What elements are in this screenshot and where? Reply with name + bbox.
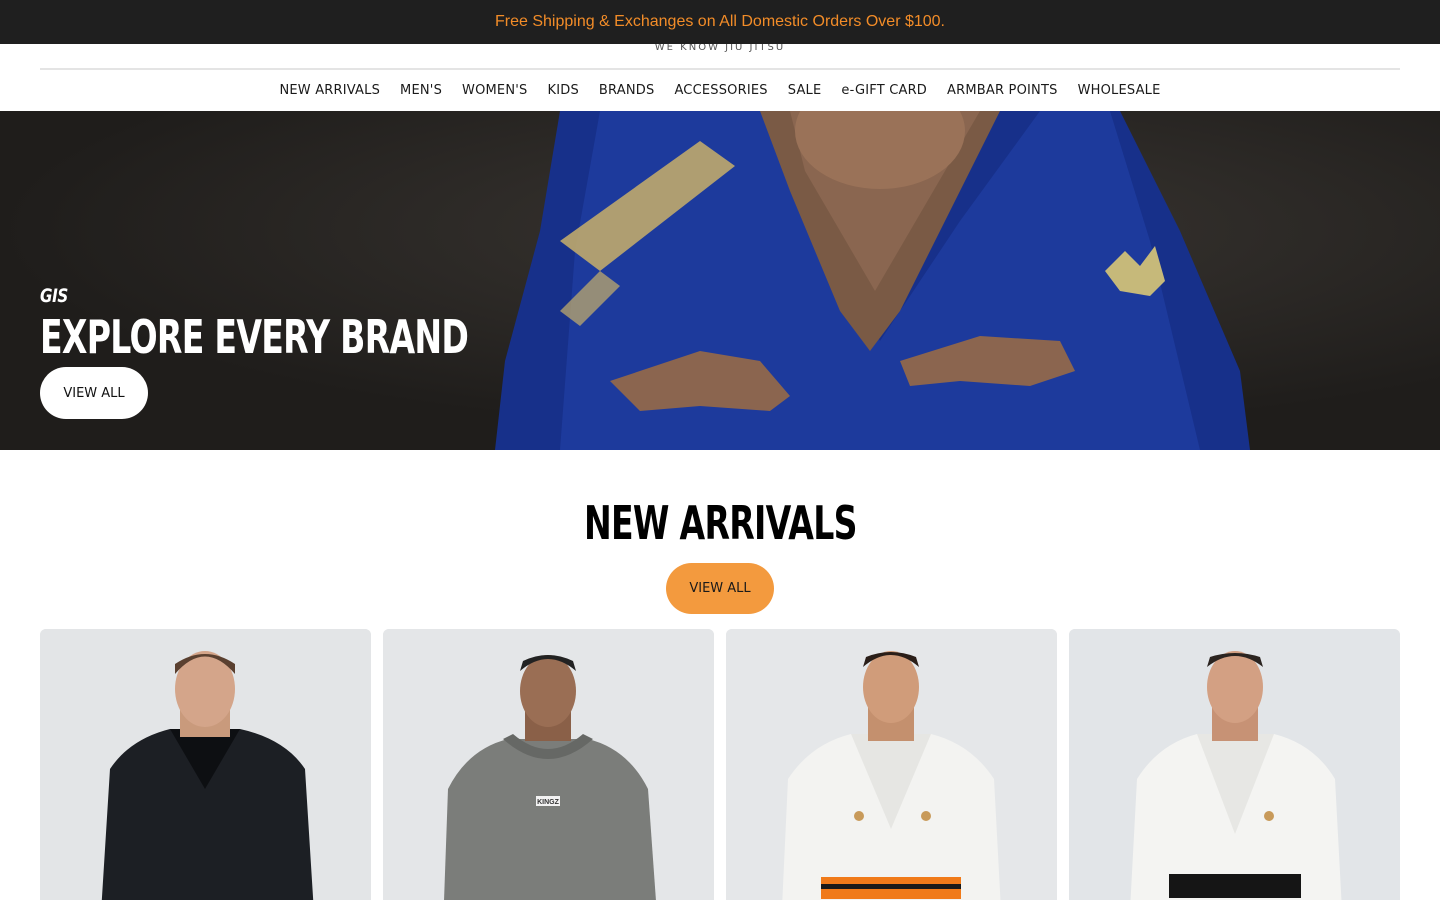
- nav-item-gift-card[interactable]: e-GIFT CARD: [831, 83, 937, 98]
- announcement-bar: Free Shipping & Exchanges on All Domesti…: [0, 0, 1440, 44]
- hero-banner: GIS EXPLORE EVERY BRAND VIEW ALL: [0, 111, 1440, 450]
- new-arrivals-title: NEW ARRIVALS: [0, 496, 1440, 550]
- brand-tagline: WE KNOW JIU JITSU: [654, 44, 786, 53]
- hero-heading: EXPLORE EVERY BRAND: [40, 310, 469, 364]
- product-image-white-gi-black-belt: [1069, 629, 1400, 900]
- announcement-text: Free Shipping & Exchanges on All Domesti…: [495, 13, 945, 30]
- product-image-white-gi-orange-belt: [726, 629, 1057, 900]
- hoodie-print-text: KINGZ: [537, 799, 560, 806]
- product-image-grey-hoodie: KINGZ: [383, 629, 714, 900]
- nav-item-kids[interactable]: KIDS: [538, 83, 589, 98]
- nav-item-mens[interactable]: MEN'S: [390, 83, 452, 98]
- nav-item-wholesale[interactable]: WHOLESALE: [1068, 83, 1171, 98]
- product-card[interactable]: [726, 629, 1057, 900]
- nav-item-new-arrivals[interactable]: NEW ARRIVALS: [269, 83, 390, 98]
- product-card[interactable]: [40, 629, 371, 900]
- product-card[interactable]: [1069, 629, 1400, 900]
- new-arrivals-view-all-button[interactable]: VIEW ALL: [666, 563, 774, 614]
- product-card[interactable]: KINGZ: [383, 629, 714, 900]
- nav-item-sale[interactable]: SALE: [778, 83, 832, 98]
- nav-item-brands[interactable]: BRANDS: [589, 83, 665, 98]
- product-image-black-jacket: [40, 629, 371, 900]
- hero-image: [0, 111, 1440, 450]
- hero-kicker: GIS: [40, 285, 68, 307]
- new-arrivals-title-text: NEW ARRIVALS: [583, 496, 857, 550]
- main-nav: NEW ARRIVALS MEN'S WOMEN'S KIDS BRANDS A…: [0, 70, 1440, 111]
- nav-item-womens[interactable]: WOMEN'S: [452, 83, 537, 98]
- hero-view-all-button[interactable]: VIEW ALL: [40, 367, 148, 419]
- nav-item-accessories[interactable]: ACCESSORIES: [664, 83, 777, 98]
- nav-item-armbar-points[interactable]: ARMBAR POINTS: [937, 83, 1068, 98]
